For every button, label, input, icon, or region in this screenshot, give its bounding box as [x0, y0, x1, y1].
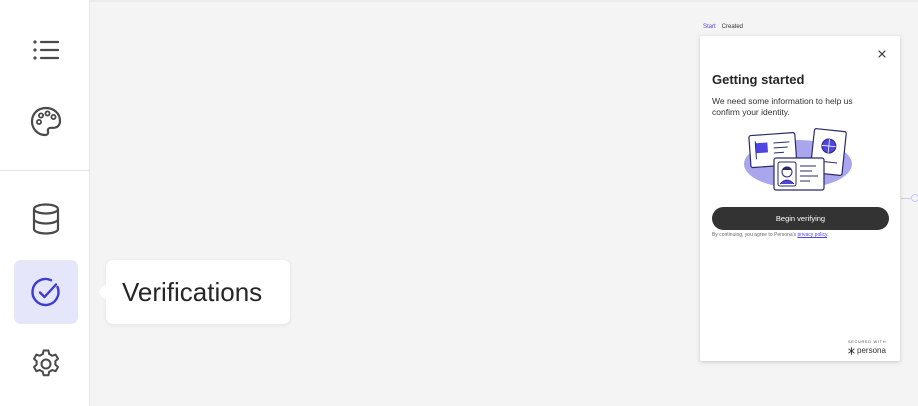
- sidebar-item-verifications[interactable]: [14, 260, 78, 324]
- palette-icon: [30, 106, 62, 137]
- id-documents-illustration: [744, 128, 852, 191]
- close-button[interactable]: [876, 48, 888, 60]
- sidebar: [0, 0, 90, 406]
- sidebar-item-settings[interactable]: [14, 332, 78, 396]
- sidebar-item-database[interactable]: [14, 187, 78, 251]
- flow-tabs: Start Created: [703, 24, 743, 30]
- sidebar-divider: [0, 170, 90, 171]
- tab-start[interactable]: Start: [703, 24, 716, 30]
- close-icon: [878, 50, 886, 58]
- consent-suffix: .: [827, 232, 829, 238]
- persona-logo-icon: [848, 346, 855, 355]
- tooltip-arrow: [98, 284, 106, 300]
- tab-created[interactable]: Created: [722, 24, 743, 30]
- list-icon: [33, 40, 60, 60]
- consent-prefix: By continuing, you agree to Persona's: [712, 232, 797, 238]
- gear-icon: [33, 349, 59, 377]
- persona-logo: persona: [848, 346, 886, 355]
- card-title: Getting started: [712, 72, 805, 87]
- secured-with-label: SECURED WITH: [848, 339, 887, 344]
- database-icon: [32, 203, 60, 235]
- verifications-tooltip: Verifications: [98, 260, 290, 324]
- persona-brand-text: persona: [857, 346, 886, 355]
- tooltip-label: Verifications: [122, 276, 263, 307]
- card-description: We need some information to help us conf…: [712, 96, 853, 117]
- top-border: [0, 0, 918, 2]
- privacy-policy-link[interactable]: privacy policy: [797, 232, 827, 238]
- consent-text: By continuing, you agree to Persona's pr…: [712, 232, 828, 238]
- verification-card-preview: Getting started We need some information…: [700, 36, 900, 361]
- flow-connector-handle[interactable]: [911, 194, 918, 202]
- check-circle-icon: [31, 277, 60, 307]
- begin-verifying-button[interactable]: Begin verifying: [712, 207, 889, 230]
- sidebar-item-list[interactable]: [14, 18, 78, 82]
- sidebar-item-theme[interactable]: [14, 90, 78, 154]
